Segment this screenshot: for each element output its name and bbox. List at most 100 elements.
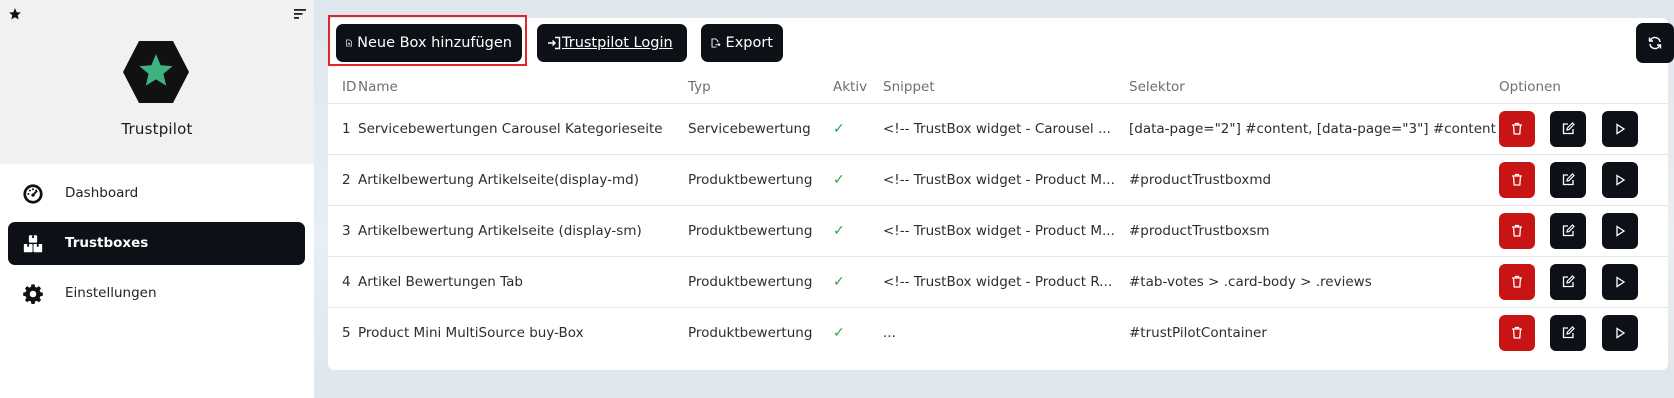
col-header-snippet: Snippet [883,72,1129,104]
cell-selektor: #trustPilotContainer [1129,324,1267,341]
play-icon [1615,173,1625,186]
cell-typ: Produktbewertung [688,324,813,341]
trustpilot-login-label: Trustpilot Login [562,35,673,51]
add-box-button[interactable]: Neue Box hinzufügen [336,24,522,62]
trash-icon [1512,224,1522,237]
trash-icon [1512,327,1522,339]
col-header-optionen: Optionen [1499,72,1668,104]
play-icon [1615,224,1625,237]
sidebar-item-trustboxes[interactable]: Trustboxes [8,222,305,265]
cell-id: 4 [328,256,358,308]
cell-id: 3 [328,205,358,257]
cell-typ: Produktbewertung [688,154,833,206]
file-plus-icon [346,39,352,47]
dashboard-gauge-icon [23,184,43,204]
col-header-typ: Typ [688,72,833,104]
col-header-aktiv: Aktiv [833,72,883,104]
sidebar-header: Trustpilot [0,0,314,164]
cell-snippet: <!-- TrustBox widget - Carousel ... [883,103,1129,155]
cell-typ: Produktbewertung [688,205,833,257]
edit-button[interactable] [1550,110,1587,147]
refresh-button[interactable] [1636,23,1674,63]
cell-options [1499,103,1668,155]
gear-icon [23,284,43,304]
sidebar-item-dashboard[interactable]: Dashboard [8,172,305,215]
play-icon [1615,122,1625,135]
delete-button[interactable] [1499,110,1535,147]
cell-options [1499,307,1668,358]
cell-selektor: #productTrustboxsm [1129,205,1499,257]
play-button[interactable] [1601,110,1638,147]
cell-snippet: ... [883,324,896,341]
cell-name: Artikel Bewertungen Tab [358,256,688,308]
edit-icon [1562,224,1575,237]
cell-selektor: #productTrustboxmd [1129,154,1499,206]
play-icon [1615,275,1625,288]
active-check-icon: ✓ [833,222,845,239]
cell-name: Product Mini MultiSource buy-Box [358,324,584,341]
active-check-icon: ✓ [833,120,845,137]
cell-name: Artikelbewertung Artikelseite (display-s… [358,205,688,257]
sort-icon[interactable] [294,8,306,20]
trustpilot-login-button[interactable]: Trustpilot Login [537,24,687,62]
trustboxes-table: ID Name Typ Aktiv Snippet Selektor Optio… [328,72,1668,358]
edit-icon [1562,275,1575,288]
cell-snippet: <!-- TrustBox widget - Product M... [883,205,1129,257]
active-check-icon: ✓ [833,324,845,341]
login-icon [548,36,561,50]
cell-snippet: <!-- TrustBox widget - Product R... [883,256,1129,308]
table-header-row: ID Name Typ Aktiv Snippet Selektor Optio… [328,72,1668,104]
cell-options [1499,256,1668,308]
play-icon [1615,327,1625,339]
cell-id: 5 [342,324,351,341]
cell-typ: Servicebewertung [688,103,833,155]
trash-icon [1512,122,1522,135]
delete-button[interactable] [1499,263,1535,300]
edit-button[interactable] [1550,212,1587,249]
col-header-id: ID [328,72,358,104]
table-row: 2 Artikelbewertung Artikelseite(display-… [328,154,1668,206]
file-export-icon [711,38,721,48]
cell-id: 2 [328,154,358,206]
delete-button[interactable] [1499,314,1535,351]
cell-snippet: <!-- TrustBox widget - Product M... [883,154,1129,206]
active-check-icon: ✓ [833,171,845,188]
cell-name: Servicebewertungen Carousel Kategoriesei… [358,103,688,155]
cell-selektor: #tab-votes > .card-body > .reviews [1129,256,1499,308]
edit-icon [1562,122,1575,135]
edit-button[interactable] [1550,161,1587,198]
play-button[interactable] [1601,314,1638,351]
table-row: 3 Artikelbewertung Artikelseite (display… [328,205,1668,257]
trash-icon [1512,275,1522,288]
col-header-selektor: Selektor [1129,72,1499,104]
refresh-icon [1648,36,1662,50]
trash-icon [1512,173,1522,186]
sidebar-item-einstellungen[interactable]: Einstellungen [8,272,305,315]
sidebar-item-label: Dashboard [65,185,139,201]
star-icon[interactable] [8,7,22,21]
play-button[interactable] [1601,263,1638,300]
sidebar-item-label: Einstellungen [65,285,157,301]
play-button[interactable] [1601,212,1638,249]
cell-typ: Produktbewertung [688,256,833,308]
cell-selektor: [data-page="2"] #content, [data-page="3"… [1129,103,1499,155]
export-label: Export [725,35,773,51]
play-button[interactable] [1601,161,1638,198]
brand-name: Trustpilot [121,120,193,138]
delete-button[interactable] [1499,161,1535,198]
delete-button[interactable] [1499,212,1535,249]
cell-name: Artikelbewertung Artikelseite(display-md… [358,154,688,206]
add-box-label: Neue Box hinzufügen [357,35,512,51]
sidebar-item-label: Trustboxes [65,235,149,251]
col-header-name: Name [358,72,688,104]
cell-options [1499,205,1668,257]
cell-id: 1 [328,103,358,155]
table-row: 5 Product Mini MultiSource buy-Box Produ… [328,307,1668,358]
edit-icon [1562,173,1575,186]
boxes-icon [23,235,43,253]
sidebar: Trustpilot Dashboard Trustboxes Einstell… [0,0,314,398]
trustpilot-logo [123,41,189,103]
edit-button[interactable] [1550,314,1587,351]
edit-button[interactable] [1550,263,1587,300]
export-button[interactable]: Export [701,24,783,62]
